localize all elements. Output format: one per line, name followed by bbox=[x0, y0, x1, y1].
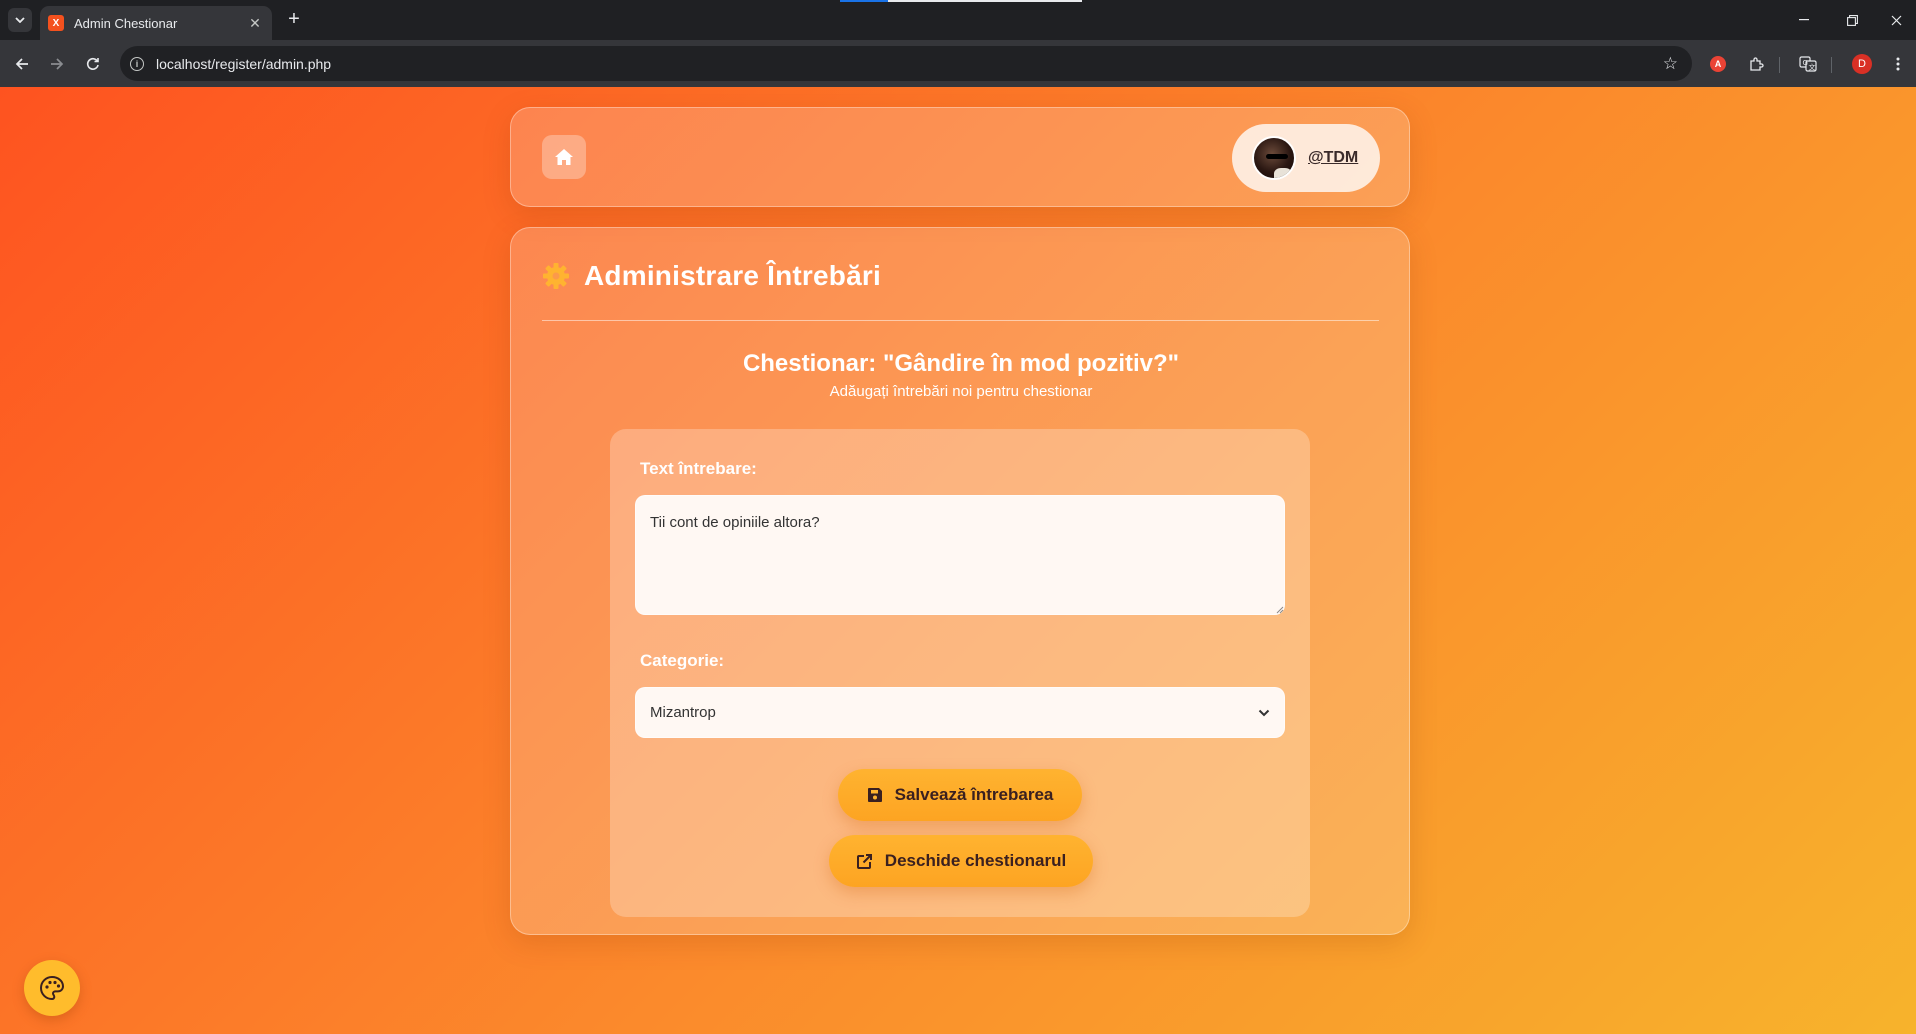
browser-toolbar: i localhost/register/admin.php ☆ A G文 D bbox=[0, 40, 1916, 87]
question-form: Text întrebare: Tii cont de opiniile alt… bbox=[610, 429, 1310, 917]
category-select[interactable]: Mizantrop bbox=[635, 687, 1285, 738]
new-tab-button[interactable]: + bbox=[282, 8, 306, 32]
save-floppy-icon bbox=[867, 788, 882, 802]
back-arrow-icon[interactable] bbox=[9, 51, 35, 77]
extension-badge: A bbox=[1710, 56, 1726, 72]
home-icon bbox=[555, 149, 573, 165]
address-bar[interactable]: i localhost/register/admin.php ☆ bbox=[120, 46, 1692, 81]
extensions-puzzle-icon[interactable] bbox=[1744, 52, 1768, 76]
toolbar-separator bbox=[1779, 57, 1780, 73]
external-link-icon bbox=[856, 853, 872, 869]
tab-title: Admin Chestionar bbox=[74, 15, 178, 31]
browser-tab-bar: X Admin Chestionar ✕ + bbox=[0, 0, 1916, 40]
question-textarea[interactable]: Tii cont de opiniile altora? bbox=[635, 495, 1285, 615]
quiz-subtitle: Adăugați întrebări noi pentru chestionar bbox=[829, 383, 1093, 400]
toolbar-separator bbox=[1831, 57, 1832, 73]
page-title: Administrare Întrebări bbox=[584, 260, 881, 291]
tab-close-icon[interactable]: ✕ bbox=[246, 15, 264, 32]
reload-icon[interactable] bbox=[80, 51, 106, 77]
avatar bbox=[1252, 136, 1296, 180]
open-quiz-button[interactable]: Deschide chestionarul bbox=[829, 835, 1093, 887]
profile-avatar[interactable]: D bbox=[1850, 52, 1874, 76]
svg-text:文: 文 bbox=[1809, 63, 1816, 72]
kebab-menu-icon[interactable] bbox=[1886, 52, 1910, 76]
open-button-label: Deschide chestionarul bbox=[884, 851, 1067, 870]
svg-text:G: G bbox=[1803, 59, 1808, 67]
home-button[interactable] bbox=[542, 135, 586, 179]
question-label: Text întrebare: bbox=[640, 459, 757, 478]
category-selected-value: Mizantrop bbox=[650, 704, 716, 721]
quiz-title: Chestionar: "Gândire în mod pozitiv?" bbox=[742, 350, 1180, 377]
username-link[interactable]: @TDM bbox=[1308, 149, 1358, 167]
close-window-icon[interactable] bbox=[1880, 8, 1912, 32]
resize-grip-icon[interactable] bbox=[1276, 606, 1284, 614]
translate-icon[interactable]: G文 bbox=[1796, 52, 1820, 76]
forward-arrow-icon[interactable] bbox=[44, 51, 70, 77]
tab-search-button[interactable] bbox=[8, 8, 32, 32]
gear-icon bbox=[543, 263, 569, 289]
theme-palette-button[interactable] bbox=[24, 960, 80, 1016]
admin-card: Administrare Întrebări Chestionar: "Gând… bbox=[510, 227, 1410, 935]
minimize-icon[interactable] bbox=[1788, 8, 1820, 32]
window-indicator-light bbox=[888, 0, 1082, 2]
bookmark-star-icon[interactable]: ☆ bbox=[1663, 54, 1678, 74]
header-card: @TDM bbox=[510, 107, 1410, 207]
url-text[interactable]: localhost/register/admin.php bbox=[156, 56, 1663, 72]
profile-initial: D bbox=[1852, 54, 1872, 74]
category-label: Categorie: bbox=[640, 651, 725, 670]
restore-icon[interactable] bbox=[1836, 8, 1868, 32]
palette-icon bbox=[39, 975, 65, 1001]
admin-heading: Administrare Întrebări bbox=[542, 260, 881, 292]
extension-adblock-icon[interactable]: A bbox=[1706, 52, 1730, 76]
site-info-icon[interactable]: i bbox=[130, 56, 144, 71]
title-divider bbox=[542, 320, 1379, 321]
chevron-down-icon bbox=[15, 17, 25, 23]
user-profile-pill[interactable]: @TDM bbox=[1232, 124, 1380, 192]
browser-tab[interactable]: X Admin Chestionar ✕ bbox=[40, 6, 272, 40]
chevron-down-icon bbox=[1258, 709, 1270, 716]
xampp-favicon-icon: X bbox=[48, 15, 64, 31]
save-question-button[interactable]: Salvează întrebarea bbox=[838, 769, 1082, 821]
save-button-label: Salvează întrebarea bbox=[894, 785, 1054, 804]
window-indicator-blue bbox=[840, 0, 888, 2]
page-background: @TDM Administrare Întrebări Chestionar: … bbox=[0, 87, 1916, 1034]
